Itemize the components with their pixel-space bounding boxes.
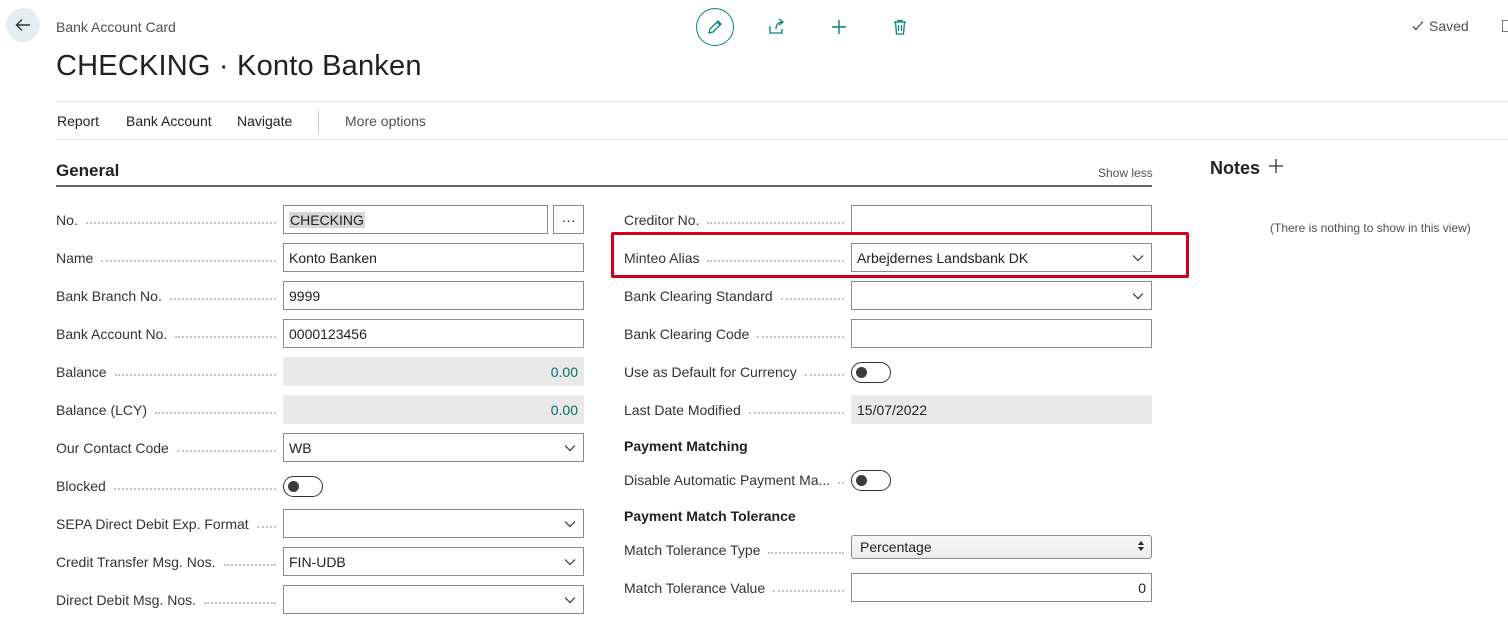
plus-icon xyxy=(1269,159,1284,173)
field-label-bank-clearing-standard: Bank Clearing Standard xyxy=(624,286,844,306)
show-less-link[interactable]: Show less xyxy=(1098,166,1153,180)
default-currency-toggle[interactable] xyxy=(851,362,891,383)
group-heading-payment-matching: Payment Matching xyxy=(624,438,748,454)
assist-edit-button[interactable]: ··· xyxy=(553,205,584,234)
add-note-button[interactable] xyxy=(1268,158,1284,179)
field-label-creditor-no: Creditor No. xyxy=(624,210,844,230)
saved-status: Saved xyxy=(1411,18,1469,34)
plus-icon xyxy=(832,20,846,34)
field-label-bank-branch-no: Bank Branch No. xyxy=(56,286,276,306)
notes-empty-message: (There is nothing to show in this view) xyxy=(1270,221,1471,235)
action-report[interactable]: Report xyxy=(57,113,99,129)
checkmark-icon xyxy=(1412,21,1424,31)
chevron-down-icon xyxy=(562,440,578,456)
divider xyxy=(56,139,1508,140)
breadcrumb: Bank Account Card xyxy=(56,19,176,35)
new-button[interactable] xyxy=(827,15,851,39)
balance-value[interactable]: 0.00 xyxy=(283,357,584,386)
field-label-last-date-modified: Last Date Modified xyxy=(624,400,844,420)
share-icon xyxy=(769,18,785,34)
balance-lcy-value[interactable]: 0.00 xyxy=(283,395,584,424)
toggle-knob xyxy=(288,481,299,492)
match-tolerance-value-input[interactable]: 0 xyxy=(851,573,1152,602)
edit-button[interactable] xyxy=(696,8,734,46)
credit-transfer-select[interactable]: FIN-UDB xyxy=(283,547,584,576)
our-contact-code-select[interactable]: WB xyxy=(283,433,584,462)
creditor-no-input[interactable] xyxy=(851,205,1152,234)
share-button[interactable] xyxy=(764,15,788,39)
chevron-down-icon xyxy=(562,516,578,532)
field-label-our-contact-code: Our Contact Code xyxy=(56,438,276,458)
back-button[interactable] xyxy=(6,8,40,42)
action-bank-account[interactable]: Bank Account xyxy=(126,113,212,129)
field-label-balance: Balance xyxy=(56,362,276,382)
section-title-general: General xyxy=(56,161,120,180)
toggle-knob xyxy=(856,475,867,486)
delete-button[interactable] xyxy=(888,15,912,39)
bank-clearing-standard-select[interactable] xyxy=(851,281,1152,310)
page-title: CHECKING · Konto Banken xyxy=(56,50,422,82)
blocked-toggle[interactable] xyxy=(283,476,323,497)
notes-title: Notes xyxy=(1210,158,1261,178)
chevron-down-icon xyxy=(562,592,578,608)
bank-clearing-code-input[interactable] xyxy=(851,319,1152,348)
chevron-down-icon xyxy=(562,554,578,570)
minteo-alias-select[interactable]: Arbejdernes Landsbank DK xyxy=(851,243,1152,272)
field-label-credit-transfer: Credit Transfer Msg. Nos. xyxy=(56,552,276,572)
group-heading-payment-match-tolerance: Payment Match Tolerance xyxy=(624,508,796,524)
field-label-name: Name xyxy=(56,248,276,268)
field-label-match-tolerance-value: Match Tolerance Value xyxy=(624,578,844,598)
chevron-down-icon xyxy=(1130,288,1146,304)
field-label-match-tolerance-type: Match Tolerance Type xyxy=(624,540,844,560)
chevron-down-icon xyxy=(1130,250,1146,266)
arrow-left-icon xyxy=(15,19,30,31)
pencil-icon xyxy=(708,20,722,34)
bank-account-no-input[interactable]: 0000123456 xyxy=(283,319,584,348)
trash-icon xyxy=(894,19,906,35)
saved-label: Saved xyxy=(1429,18,1469,34)
collapse-icon[interactable] xyxy=(1502,20,1508,32)
notes-header: Notes xyxy=(1210,158,1284,179)
field-label-blocked: Blocked xyxy=(56,476,276,496)
field-label-sepa-format: SEPA Direct Debit Exp. Format xyxy=(56,514,276,534)
field-label-balance-lcy: Balance (LCY) xyxy=(56,400,276,420)
direct-debit-select[interactable] xyxy=(283,585,584,614)
toggle-knob xyxy=(856,367,867,378)
action-navigate[interactable]: Navigate xyxy=(237,113,292,129)
name-input[interactable]: Konto Banken xyxy=(283,243,584,272)
field-label-direct-debit: Direct Debit Msg. Nos. xyxy=(56,590,276,610)
field-label-bank-account-no: Bank Account No. xyxy=(56,324,276,344)
field-label-disable-automatic-payment: Disable Automatic Payment Ma... xyxy=(624,470,844,490)
disable-automatic-payment-toggle[interactable] xyxy=(851,470,891,491)
sepa-format-select[interactable] xyxy=(283,509,584,538)
divider xyxy=(56,101,1508,102)
section-underline xyxy=(56,185,1152,187)
match-tolerance-type-select[interactable]: Percentage xyxy=(851,535,1152,559)
field-label-no: No. xyxy=(56,210,276,230)
no-input[interactable]: CHECKING xyxy=(283,205,548,234)
field-label-minteo-alias: Minteo Alias xyxy=(624,248,844,268)
field-label-bank-clearing-code: Bank Clearing Code xyxy=(624,324,844,344)
last-date-modified-value[interactable]: 15/07/2022 xyxy=(851,395,1152,424)
action-more-options[interactable]: More options xyxy=(345,113,426,129)
updown-arrows-icon xyxy=(1137,539,1145,555)
field-label-default-currency: Use as Default for Currency xyxy=(624,362,844,382)
action-separator xyxy=(318,110,319,134)
bank-branch-no-input[interactable]: 9999 xyxy=(283,281,584,310)
